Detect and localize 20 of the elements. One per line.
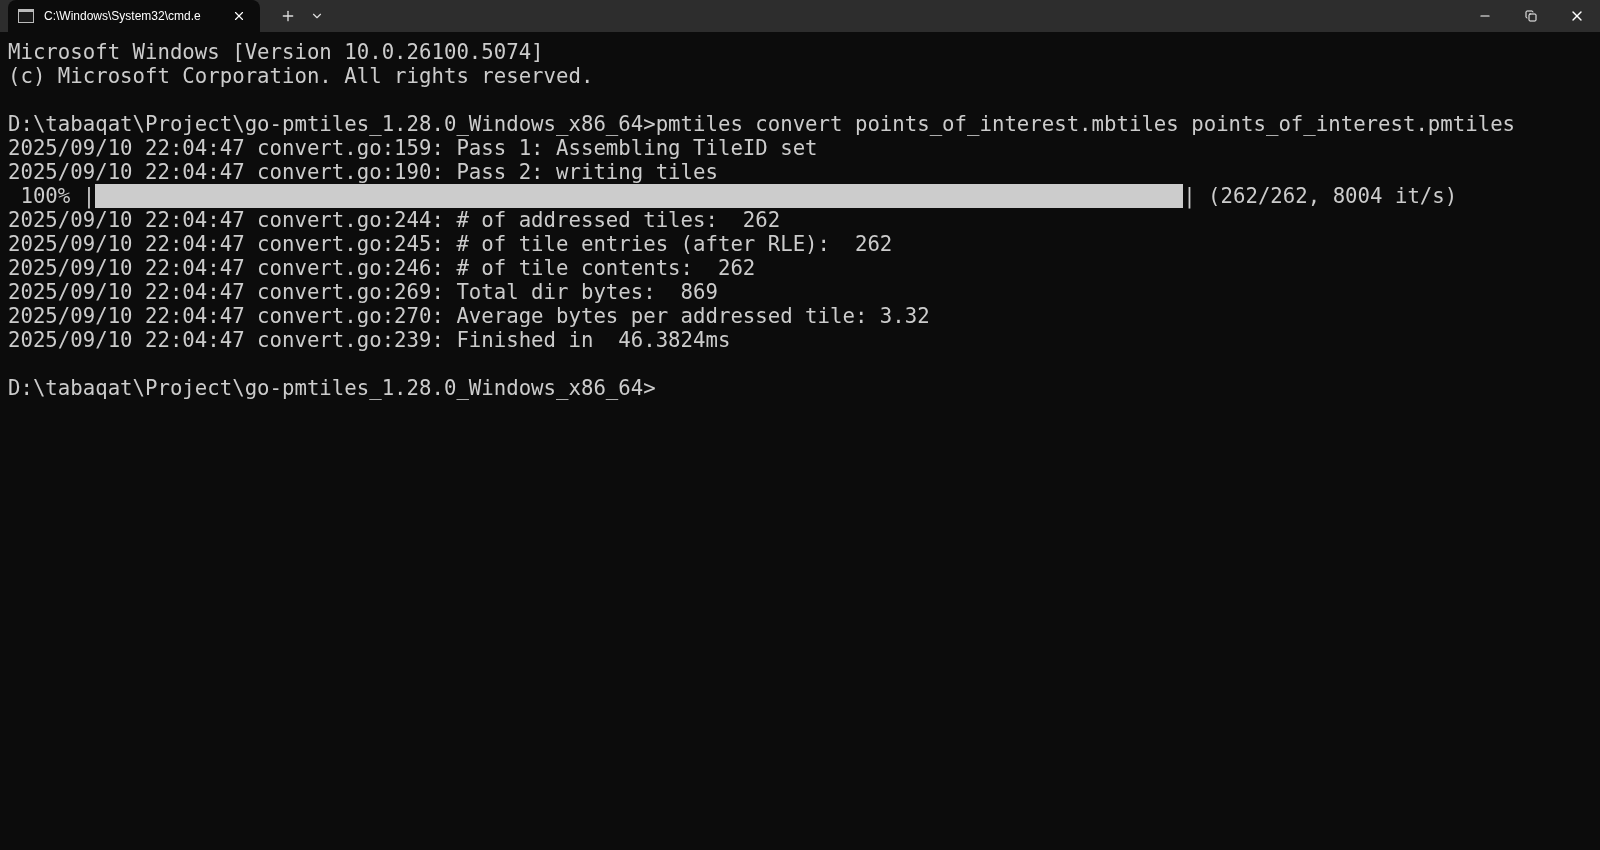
console-line: 2025/09/10 22:04:47 convert.go:270: Average bytes per addressed tile: 3.32 bbox=[8, 304, 930, 328]
terminal-icon bbox=[18, 9, 34, 23]
console-line: 2025/09/10 22:04:47 convert.go:244: # of addressed tiles: 262 bbox=[8, 208, 781, 232]
console-line: 2025/09/10 22:04:47 convert.go:190: Pass 2: writing tiles bbox=[8, 160, 718, 184]
console-line: Microsoft Windows [Version 10.0.26100.5074] bbox=[8, 40, 544, 64]
progress-percent: 100% | bbox=[19, 184, 96, 208]
console-line: 2025/09/10 22:04:47 convert.go:239: Finished in 46.3824ms bbox=[8, 328, 731, 352]
new-tab-icon[interactable] bbox=[280, 8, 296, 24]
console-line: 2025/09/10 22:04:47 convert.go:269: Total dir bytes: 869 bbox=[8, 280, 718, 304]
close-tab-icon[interactable] bbox=[232, 9, 246, 23]
tab-title: C:\Windows\System32\cmd.e bbox=[44, 8, 202, 25]
console-line: D:\tabaqat\Project\go-pmtiles_1.28.0_Windows_x86_64> bbox=[8, 376, 656, 400]
console-line: D:\tabaqat\Project\go-pmtiles_1.28.0_Windows_x86_64>pmtiles convert points_of_interest.mbtiles points_of_interest.pmtiles bbox=[8, 112, 1516, 136]
console-line: (c) Microsoft Corporation. All rights reserved. bbox=[8, 64, 594, 88]
console-line: 2025/09/10 22:04:47 convert.go:246: # of tile contents: 262 bbox=[8, 256, 756, 280]
console-line: 2025/09/10 22:04:47 convert.go:245: # of tile entries (after RLE): 262 bbox=[8, 232, 893, 256]
restore-icon bbox=[1525, 10, 1537, 22]
progress-status: | (262/262, 8004 it/s) bbox=[1183, 184, 1458, 208]
console-line: 2025/09/10 22:04:47 convert.go:159: Pass 1: Assembling TileID set bbox=[8, 136, 818, 160]
terminal-tab[interactable]: C:\Windows\System32\cmd.e bbox=[8, 0, 260, 32]
